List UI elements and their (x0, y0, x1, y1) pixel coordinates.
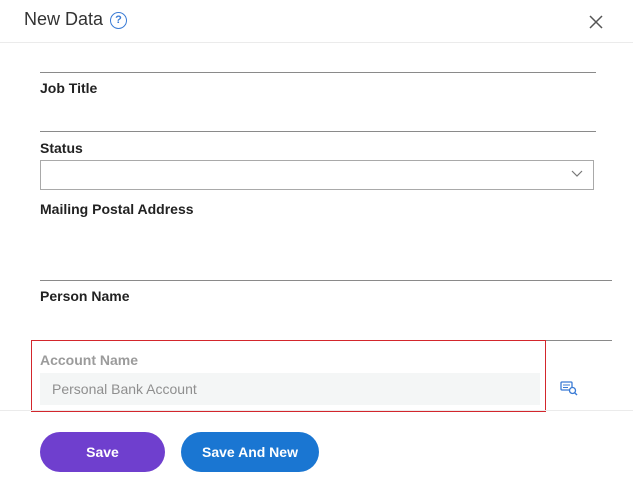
account-name-input[interactable] (40, 373, 540, 405)
footer-divider (0, 410, 633, 411)
status-label: Status (40, 140, 83, 156)
job-title-label: Job Title (40, 80, 98, 96)
person-name-label: Person Name (40, 288, 130, 304)
dialog-header: New Data ? (0, 0, 633, 43)
close-icon[interactable] (588, 14, 604, 30)
help-icon[interactable]: ? (110, 12, 127, 29)
dialog-title: New Data (24, 9, 104, 29)
status-select[interactable] (40, 160, 594, 190)
field-divider (40, 72, 596, 73)
save-button[interactable]: Save (40, 432, 165, 472)
lookup-icon[interactable] (560, 380, 578, 396)
mailing-address-input-line[interactable] (40, 280, 612, 281)
mailing-postal-address-label: Mailing Postal Address (40, 201, 194, 217)
account-name-label: Account Name (40, 352, 139, 368)
job-title-input-line[interactable] (40, 131, 596, 132)
chevron-down-icon (571, 170, 583, 177)
save-and-new-button[interactable]: Save And New (181, 432, 319, 472)
